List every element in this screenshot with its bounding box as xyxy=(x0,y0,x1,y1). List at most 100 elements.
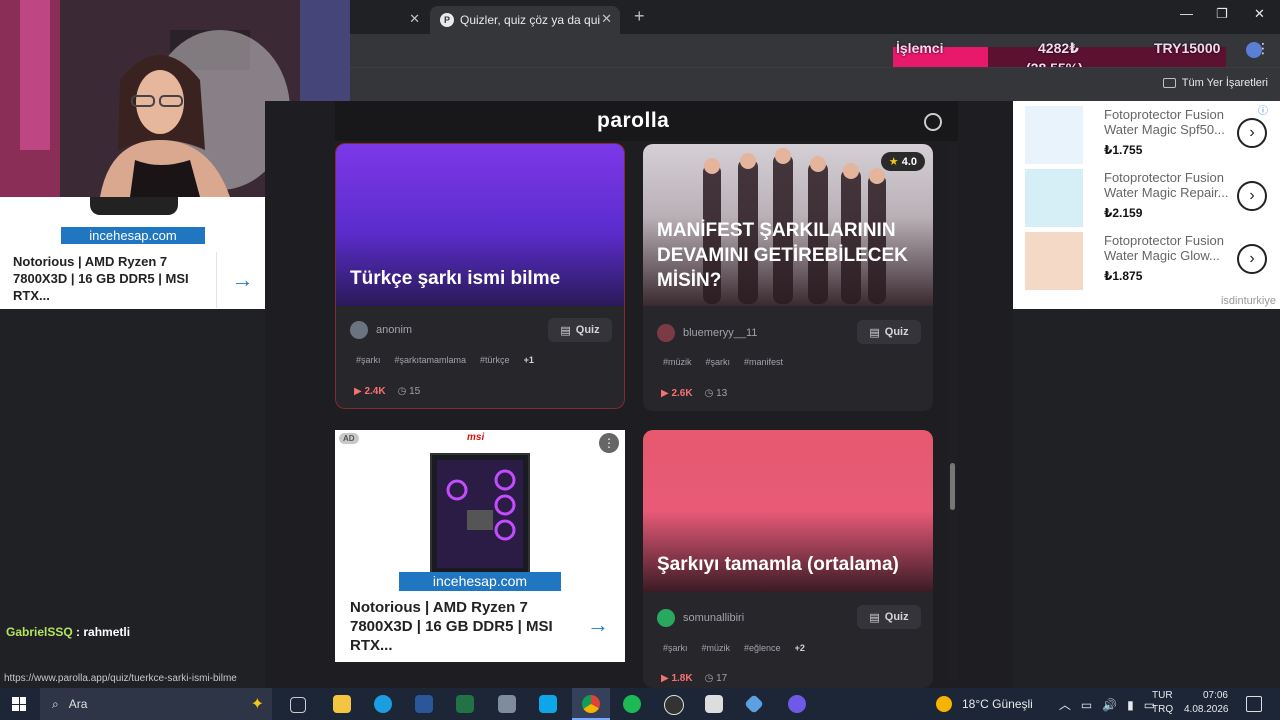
obs-icon[interactable] xyxy=(664,695,684,715)
chat-username: GabrielSSQ xyxy=(6,625,73,639)
chrome-taskbar-active[interactable] xyxy=(572,688,610,720)
question-count: ◷ 13 xyxy=(704,388,728,399)
tag[interactable]: #müzik xyxy=(663,357,692,367)
tag[interactable]: #manifest xyxy=(744,357,783,367)
quiz-card[interactable]: Şarkıyı tamamla (ortalama) somunallibiri… xyxy=(643,430,933,688)
ad-product[interactable]: Fotoprotector Fusion Water Magic Spf50..… xyxy=(1013,103,1280,166)
spotify-icon[interactable] xyxy=(623,695,641,713)
copilot-sparkle-icon: ✦ xyxy=(250,696,264,713)
edge-browser-icon[interactable] xyxy=(374,695,392,713)
file-explorer-icon[interactable] xyxy=(333,695,351,713)
ad-product[interactable]: Fotoprotector Fusion Water Magic Glow...… xyxy=(1013,229,1280,292)
ad-advertiser[interactable]: isdinturkiye xyxy=(1221,295,1276,307)
task-view-icon[interactable] xyxy=(290,697,306,713)
notification-icon[interactable] xyxy=(1246,696,1262,712)
quiz-type-button[interactable]: ▤ Quiz xyxy=(548,318,612,342)
app-icon[interactable] xyxy=(744,694,764,714)
tag[interactable]: #türkçe xyxy=(480,355,510,365)
quiz-title[interactable]: Türkçe şarkı ismi bilme xyxy=(350,266,560,291)
app-icon[interactable] xyxy=(705,695,723,713)
store-icon[interactable] xyxy=(539,695,557,713)
excel-icon[interactable] xyxy=(456,695,474,713)
discord-icon[interactable] xyxy=(788,695,806,713)
left-ad-title[interactable]: Notorious | AMD Ryzen 7 7800X3D | 16 GB … xyxy=(13,253,203,304)
quiz-icon: ▤ xyxy=(869,611,880,624)
tab-active[interactable]: P Quizler, quiz çöz ya da quiz olu... ✕ xyxy=(430,6,620,34)
incehesap-banner: incehesap.com xyxy=(61,227,205,244)
word-icon[interactable] xyxy=(415,695,433,713)
quiz-type-button[interactable]: ▤ Quiz xyxy=(857,320,921,344)
ad-options-icon[interactable]: ⋮ xyxy=(599,433,619,453)
quiz-author[interactable]: somunallibiri xyxy=(657,609,744,627)
ad-product[interactable]: Fotoprotector Fusion Water Magic Repair.… xyxy=(1013,166,1280,229)
author-name: anonim xyxy=(376,324,413,336)
input-language[interactable]: TUR TRQ xyxy=(1152,689,1173,717)
tray-icons[interactable]: ︿▭🔊▮▭ xyxy=(1059,696,1165,713)
quiz-icon: ▤ xyxy=(869,326,880,339)
windows-start-icon[interactable] xyxy=(12,697,26,711)
arrow-right-icon[interactable]: → xyxy=(587,612,609,638)
keyboard-layout: TRQ xyxy=(1152,704,1174,715)
search-icon: ⌕ xyxy=(52,696,59,711)
tab-previous[interactable]: ✕ xyxy=(350,6,428,34)
quiz-card[interactable]: ★ 4.0 MANİFEST ŞARKILARININ DEVAMINI GET… xyxy=(643,144,933,411)
more-tags[interactable]: +2 xyxy=(795,643,805,653)
right-ad-panel[interactable]: ⓘ Fotoprotector Fusion Water Magic Spf50… xyxy=(1013,101,1280,309)
all-bookmarks-button[interactable]: Tüm Yer İşaretleri xyxy=(1162,77,1268,89)
search-placeholder: Ara xyxy=(68,697,88,711)
tag[interactable]: #şarkı xyxy=(706,357,731,367)
calculator-icon[interactable] xyxy=(498,695,516,713)
left-ad-panel[interactable]: incehesap.com Notorious | AMD Ryzen 7 78… xyxy=(0,197,267,309)
close-tab-icon[interactable]: ✕ xyxy=(601,11,612,27)
chrome-icon xyxy=(582,695,600,713)
quiz-author[interactable]: anonim xyxy=(350,321,412,339)
language-code: TUR xyxy=(1152,690,1173,701)
quiz-title[interactable]: MANİFEST ŞARKILARININ DEVAMINI GETİREBİL… xyxy=(657,218,919,293)
tag[interactable]: #şarkı xyxy=(356,355,381,365)
tab-bar: ✕ P Quizler, quiz çöz ya da quiz olu... … xyxy=(350,0,1280,34)
product-image xyxy=(1025,232,1083,290)
tag[interactable]: #şarkıtamamlama xyxy=(395,355,467,365)
quiz-title[interactable]: Şarkıyı tamamla (ortalama) xyxy=(657,552,899,577)
minimize-icon[interactable]: — xyxy=(1180,6,1193,21)
product-name: Fotoprotector Fusion Water Magic Repair.… xyxy=(1104,170,1229,200)
scrollbar[interactable] xyxy=(948,145,957,680)
tag[interactable]: #müzik xyxy=(702,643,731,653)
arrow-right-icon[interactable]: → xyxy=(216,252,268,308)
weather-text[interactable]: 18°C Güneşli xyxy=(962,697,1033,711)
all-bookmarks-label: Tüm Yer İşaretleri xyxy=(1181,77,1268,89)
more-tags[interactable]: +1 xyxy=(524,355,534,365)
maximize-icon[interactable]: ❐ xyxy=(1216,6,1228,22)
close-tab-icon[interactable]: ✕ xyxy=(409,11,420,27)
chevron-right-icon[interactable]: › xyxy=(1237,244,1267,274)
play-count-value: 1.8K xyxy=(671,673,693,684)
ad-title[interactable]: Notorious | AMD Ryzen 7 7800X3D | 16 GB … xyxy=(350,598,580,655)
new-tab-icon[interactable]: + xyxy=(634,6,645,27)
tag[interactable]: #eğlence xyxy=(744,643,781,653)
quiz-author[interactable]: bluemeryy__11 xyxy=(657,324,757,342)
parolla-logo[interactable]: parolla xyxy=(597,109,669,133)
folder-icon xyxy=(1162,78,1176,88)
author-name: somunallibiri xyxy=(683,612,745,624)
menu-kebab-icon[interactable]: ⋮ xyxy=(1256,40,1270,57)
quiz-type-label: Quiz xyxy=(884,611,909,623)
scrollbar-thumb[interactable] xyxy=(950,463,955,510)
question-count-value: 17 xyxy=(716,673,728,684)
quiz-card[interactable]: Türkçe şarkı ismi bilme anonim ▤ Quiz #şa… xyxy=(335,143,625,409)
chevron-right-icon[interactable]: › xyxy=(1237,118,1267,148)
play-count: ▶ 2.4K xyxy=(354,386,386,397)
cpu-label: İşlemci xyxy=(896,40,944,56)
chevron-right-icon[interactable]: › xyxy=(1237,181,1267,211)
play-count: ▶ 2.6K xyxy=(661,388,693,399)
play-count-value: 2.6K xyxy=(671,388,693,399)
taskbar-search[interactable]: ⌕ Ara ✦ xyxy=(40,688,272,720)
parolla-favicon-icon: P xyxy=(440,13,454,27)
sponsored-ad-card[interactable]: AD ⋮ msi incehesap.com Notorious | AMD R… xyxy=(335,430,625,662)
tag[interactable]: #şarkı xyxy=(663,643,688,653)
user-profile-icon[interactable] xyxy=(924,113,942,131)
pc-case-image xyxy=(90,197,178,215)
author-name: bluemeryy__11 xyxy=(683,327,758,339)
quiz-type-button[interactable]: ▤ Quiz xyxy=(857,605,921,629)
taskbar-clock[interactable]: 07:06 4.08.2026 xyxy=(1184,689,1229,717)
close-window-icon[interactable]: ✕ xyxy=(1254,6,1265,22)
